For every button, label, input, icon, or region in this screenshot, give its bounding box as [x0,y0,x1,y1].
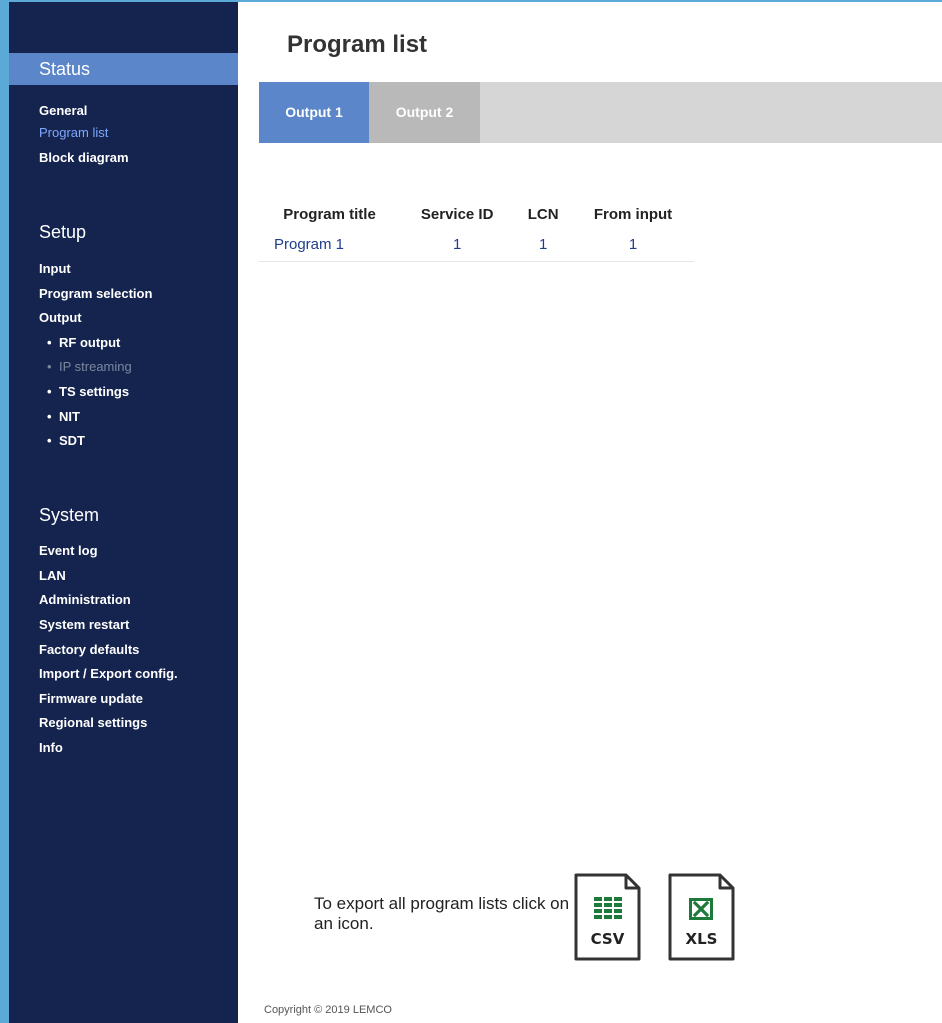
sidebar-item-block-diagram[interactable]: Block diagram [39,150,129,165]
sidebar-item-sdt[interactable]: • SDT [47,433,85,448]
bullet-icon: • [47,409,52,424]
export-instructions: To export all program lists click on an … [314,894,570,933]
sidebar-item-import-export[interactable]: Import / Export config. [39,666,178,681]
sidebar-item-rf-output[interactable]: • RF output [47,335,120,350]
bullet-icon: • [47,359,52,374]
sidebar-header-status: Status [9,53,238,85]
sidebar-item-program-list[interactable]: Program list [39,125,108,140]
table-row[interactable]: Program 1 1 1 1 [259,229,694,262]
cell-from-input: 1 [572,229,694,262]
cell-program-title[interactable]: Program 1 [259,229,401,262]
bullet-icon: • [47,433,52,448]
sidebar-item-system-restart[interactable]: System restart [39,617,129,632]
column-header-service-id: Service ID [420,205,494,223]
sidebar-item-firmware-update[interactable]: Firmware update [39,691,143,706]
sidebar-item-lan[interactable]: LAN [39,568,66,583]
tab-output-1[interactable]: Output 1 [259,82,369,143]
program-table: Program title Service ID LCN From input … [259,199,694,262]
table-header-row: Program title Service ID LCN From input [259,199,694,229]
bullet-icon: • [47,335,52,350]
tab-output-2[interactable]: Output 2 [369,82,480,143]
sidebar-item-program-selection[interactable]: Program selection [39,286,152,301]
sidebar-item-regional-settings[interactable]: Regional settings [39,715,147,730]
bullet-icon: • [47,384,52,399]
csv-label: CSV [590,930,625,948]
csv-export-button[interactable]: CSV [574,873,641,961]
tab-bar: Output 1 Output 2 [259,82,942,143]
sidebar-header-system: System [39,505,100,525]
sidebar-item-input[interactable]: Input [39,261,71,276]
sidebar-item-administration[interactable]: Administration [39,592,131,607]
sidebar-item-ip-streaming: • IP streaming [47,359,132,374]
column-header-lcn: LCN [527,205,559,223]
column-header-from-input: From input [593,205,673,223]
cell-service-id: 1 [400,229,515,262]
column-header-program-title: Program title [283,205,376,223]
sidebar-item-output[interactable]: Output [39,310,82,325]
sidebar-item-event-log[interactable]: Event log [39,543,98,558]
xls-export-button[interactable]: XLS [668,873,735,961]
xls-label: XLS [685,930,718,948]
copyright-footer: Copyright © 2019 LEMCO [264,1004,392,1016]
page-title: Program list [287,31,428,58]
sidebar-item-factory-defaults[interactable]: Factory defaults [39,642,139,657]
sidebar-item-ts-settings[interactable]: • TS settings [47,384,129,399]
cell-lcn: 1 [514,229,573,262]
sidebar-item-general[interactable]: General [39,103,87,118]
sidebar-item-nit[interactable]: • NIT [47,409,80,424]
sidebar: Status General Program list Block diagra… [9,2,238,1023]
sidebar-header-setup: Setup [39,222,87,242]
sidebar-item-info[interactable]: Info [39,740,63,755]
